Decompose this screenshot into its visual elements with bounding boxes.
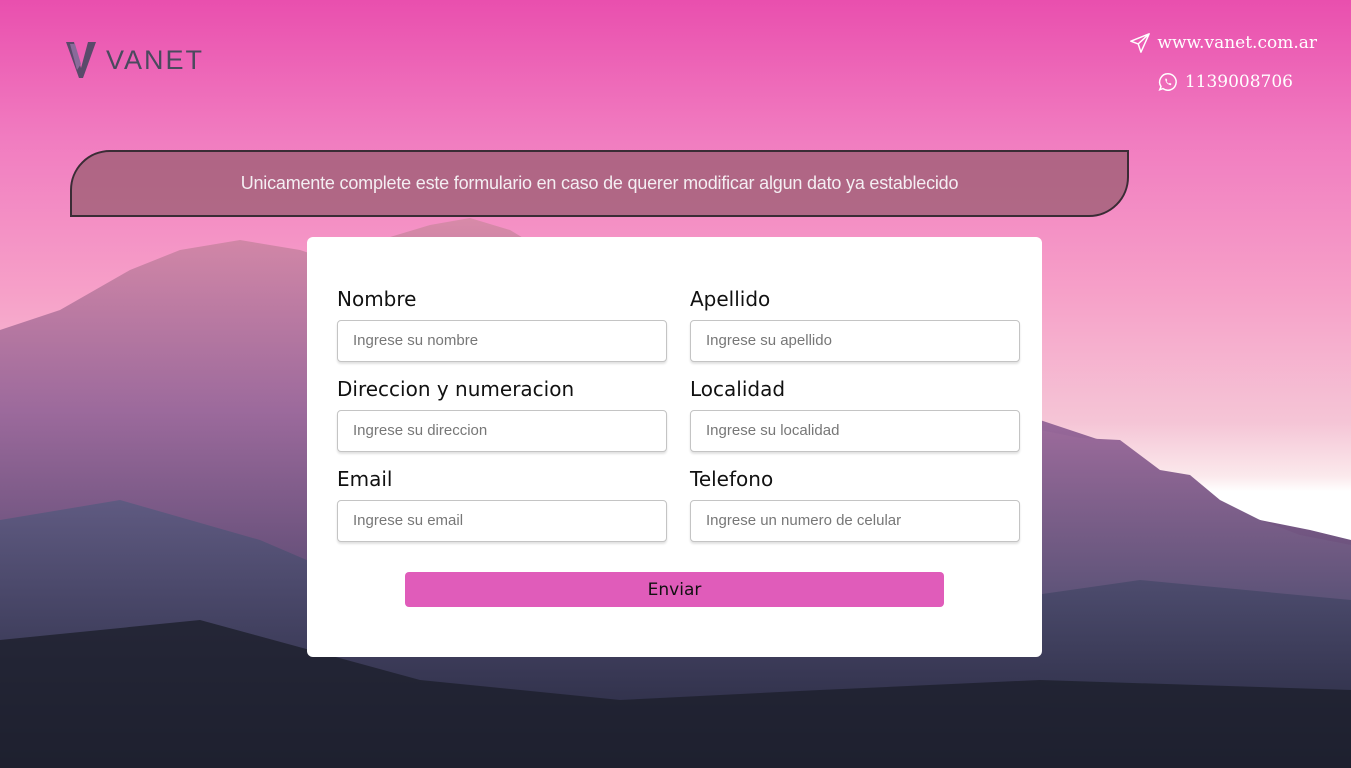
phone-text: 1139008706 <box>1184 72 1293 92</box>
field-direccion: Direccion y numeracion Ingrese su direcc… <box>337 377 667 452</box>
field-apellido: Apellido Ingrese su apellido <box>690 287 1020 362</box>
v-logo-icon <box>66 42 96 78</box>
field-localidad: Localidad Ingrese su localidad <box>690 377 1020 452</box>
field-label: Telefono <box>690 467 774 491</box>
update-form: Nombre Ingrese su nombre Apellido Ingres… <box>307 237 1042 657</box>
field-label: Apellido <box>690 287 771 311</box>
paper-plane-icon <box>1130 33 1151 53</box>
direccion-input[interactable]: Ingrese su direccion <box>337 410 667 452</box>
apellido-input[interactable]: Ingrese su apellido <box>690 320 1020 362</box>
field-label: Nombre <box>337 287 417 311</box>
notice-banner: Unicamente complete este formulario en c… <box>70 150 1129 217</box>
field-label: Email <box>337 467 393 491</box>
notice-text: Unicamente complete este formulario en c… <box>240 173 959 193</box>
website-link[interactable]: www.vanet.com.ar <box>1129 30 1317 56</box>
field-email: Email Ingrese su email <box>337 467 667 542</box>
localidad-input[interactable]: Ingrese su localidad <box>690 410 1020 452</box>
submit-button[interactable]: Enviar <box>405 572 944 607</box>
website-text: www.vanet.com.ar <box>1157 33 1317 53</box>
field-label: Direccion y numeracion <box>337 377 575 401</box>
field-telefono: Telefono Ingrese un numero de celular <box>690 467 1020 542</box>
phone-link[interactable]: 1139008706 <box>1129 69 1293 95</box>
brand-name: VANET <box>106 44 205 75</box>
telefono-input[interactable]: Ingrese un numero de celular <box>690 500 1020 542</box>
email-input[interactable]: Ingrese su email <box>337 500 667 542</box>
nombre-input[interactable]: Ingrese su nombre <box>337 320 667 362</box>
brand-logo[interactable]: VANET <box>64 40 204 80</box>
field-label: Localidad <box>690 377 786 401</box>
field-nombre: Nombre Ingrese su nombre <box>337 287 667 362</box>
whatsapp-icon <box>1158 73 1177 92</box>
contact-info: www.vanet.com.ar 1139008706 <box>1129 30 1317 95</box>
